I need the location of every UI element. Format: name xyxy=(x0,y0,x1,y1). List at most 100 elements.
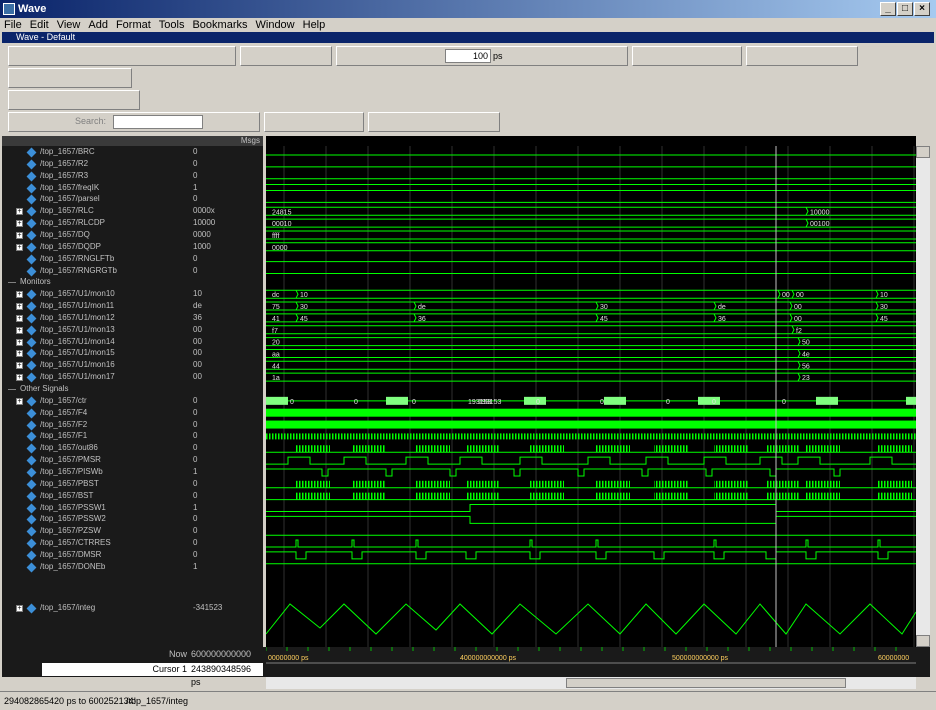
signal-row[interactable]: /top_1657/F4 xyxy=(2,407,191,419)
bus-value-label: 00 xyxy=(782,292,790,299)
menu-tools[interactable]: Tools xyxy=(155,18,189,32)
burst-block xyxy=(352,445,386,453)
signal-row[interactable]: /top_1657/R3 xyxy=(2,170,191,182)
signal-row[interactable]: + /top_1657/U1/mon17 xyxy=(2,371,191,383)
signal-row[interactable]: + /top_1657/ctr xyxy=(2,395,191,407)
signal-row[interactable]: /top_1657/PZSW xyxy=(2,525,191,537)
signal-row[interactable]: /top_1657/PSSW2 xyxy=(2,513,191,525)
signal-icon xyxy=(26,337,37,348)
expand-icon[interactable]: + xyxy=(16,326,23,334)
expand-icon[interactable]: + xyxy=(16,374,23,382)
signal-row[interactable]: /top_1657/PBST xyxy=(2,478,191,490)
signal-row[interactable]: /top_1657/DMSR xyxy=(2,549,191,561)
horizontal-scrollbar[interactable] xyxy=(266,677,916,689)
signal-row[interactable]: + /top_1657/U1/mon14 xyxy=(2,336,191,348)
waveform-canvas[interactable]: 24815 1000000010 00100ffff0000dc 10 00 00 1075… xyxy=(266,136,916,647)
run-length-input[interactable]: 100 xyxy=(445,49,491,63)
expand-icon[interactable]: + xyxy=(16,220,23,228)
signal-row[interactable]: + /top_1657/U1/mon10 xyxy=(2,288,191,300)
signal-row[interactable]: /top_1657/freqIK xyxy=(2,182,191,194)
expand-icon[interactable]: + xyxy=(16,338,23,346)
bus-transition xyxy=(777,289,781,299)
waveform-pane[interactable]: 24815 10000 00010 00100 ffff 0000 dc 10 00 00 10 75… xyxy=(266,136,916,647)
expand-icon[interactable]: + xyxy=(16,350,23,358)
vertical-scrollbar[interactable] xyxy=(916,146,930,647)
bus-value-label: aa xyxy=(272,351,280,358)
burst-block xyxy=(806,492,840,500)
expand-icon[interactable]: + xyxy=(16,397,23,405)
expand-icon[interactable]: + xyxy=(16,605,23,612)
bus-value-label: 10000 xyxy=(810,209,830,216)
expand-icon[interactable]: + xyxy=(16,362,23,370)
signal-row[interactable]: /top_1657/CTRRES xyxy=(2,537,191,549)
signal-values-pane[interactable]: Msgs 0 0 0 1 0 0000x 10000 0000 1000 0 0 10 de 36 00 00… xyxy=(191,136,263,647)
maximize-button[interactable]: □ xyxy=(897,2,913,16)
signal-icon xyxy=(26,455,37,466)
close-button[interactable]: × xyxy=(914,2,930,16)
signal-icon xyxy=(26,503,37,513)
bus-value-label: 36 xyxy=(718,316,726,323)
bus-transition xyxy=(295,301,299,311)
signal-row[interactable]: /top_1657/DONEb xyxy=(2,561,191,573)
signal-row[interactable]: /top_1657/RNGLFTb xyxy=(2,253,191,265)
signal-row[interactable]: /top_1657/parsel xyxy=(2,193,191,205)
expand-icon[interactable]: + xyxy=(16,243,23,251)
burst-block xyxy=(466,492,500,500)
signal-row[interactable]: + /top_1657/U1/mon16 xyxy=(2,359,191,371)
menu-format[interactable]: Format xyxy=(112,18,155,32)
menu-help[interactable]: Help xyxy=(299,18,330,32)
expand-icon[interactable]: + xyxy=(16,314,23,322)
expand-icon[interactable]: + xyxy=(16,208,23,216)
menu-add[interactable]: Add xyxy=(84,18,112,32)
signal-row[interactable]: + /top_1657/DQDP xyxy=(2,241,191,253)
scroll-down-button[interactable] xyxy=(916,635,930,647)
signal-row[interactable]: /top_1657/PSSW1 xyxy=(2,502,191,514)
signal-row[interactable]: + /top_1657/U1/mon12 xyxy=(2,312,191,324)
bus-transition xyxy=(789,313,793,323)
signal-value: 0 xyxy=(193,490,198,500)
scroll-up-button[interactable] xyxy=(916,146,930,158)
time-ruler[interactable]: 00000000 ps 400000000000 ps 500000000000 p… xyxy=(266,647,916,677)
menu-view[interactable]: View xyxy=(53,18,85,32)
menu-bookmarks[interactable]: Bookmarks xyxy=(188,18,251,32)
signal-row[interactable]: + /top_1657/integ xyxy=(2,602,191,614)
signal-row[interactable]: + /top_1657/U1/mon11 xyxy=(2,300,191,312)
bus-transition xyxy=(791,289,795,299)
signal-row[interactable]: /top_1657/PMSR xyxy=(2,454,191,466)
signal-row[interactable]: /top_1657/out86 xyxy=(2,442,191,454)
signal-row[interactable]: + /top_1657/U1/mon13 xyxy=(2,324,191,336)
signal-row[interactable]: + /top_1657/RLCDP xyxy=(2,217,191,229)
menu-edit[interactable]: Edit xyxy=(26,18,53,32)
signal-names-pane[interactable]: /top_1657/BRC/top_1657/R2/top_1657/R3/to… xyxy=(2,136,191,647)
signal-divider[interactable]: Other Signals xyxy=(2,383,191,395)
clock-fill xyxy=(266,433,916,440)
menu-file[interactable]: File xyxy=(0,18,26,32)
cursor-label[interactable]: Cursor 1 xyxy=(42,663,191,676)
signal-row[interactable]: /top_1657/BRC xyxy=(2,146,191,158)
signal-row[interactable]: /top_1657/F2 xyxy=(2,419,191,431)
bus-value-label: dc xyxy=(272,292,280,299)
search-input[interactable] xyxy=(113,115,203,129)
run-length-unit[interactable]: ps xyxy=(493,49,519,63)
signal-row[interactable]: /top_1657/RNGRGTb xyxy=(2,265,191,277)
signal-value: 00 xyxy=(193,360,202,370)
signal-divider[interactable]: Monitors xyxy=(2,276,191,288)
signal-row[interactable]: /top_1657/PISWb xyxy=(2,466,191,478)
signal-row[interactable]: + /top_1657/RLC xyxy=(2,205,191,217)
scroll-thumb[interactable] xyxy=(566,678,846,688)
search-label: Search: xyxy=(75,116,107,126)
menu-window[interactable]: Window xyxy=(252,18,299,32)
signal-name: /top_1657/F4 xyxy=(40,407,88,417)
expand-icon[interactable]: + xyxy=(16,231,23,239)
signal-row[interactable]: /top_1657/R2 xyxy=(2,158,191,170)
expand-icon[interactable]: + xyxy=(16,303,23,311)
signal-row[interactable]: /top_1657/F1 xyxy=(2,430,191,442)
signal-row[interactable]: + /top_1657/U1/mon15 xyxy=(2,347,191,359)
signal-row[interactable]: + /top_1657/DQ xyxy=(2,229,191,241)
minimize-button[interactable]: _ xyxy=(880,2,896,16)
expand-icon[interactable]: + xyxy=(16,291,23,299)
signal-row[interactable]: /top_1657/BST xyxy=(2,490,191,502)
bus-transition xyxy=(797,337,801,346)
bus-value-label: 0 xyxy=(666,399,670,406)
signal-name: /top_1657/DMSR xyxy=(40,549,102,559)
